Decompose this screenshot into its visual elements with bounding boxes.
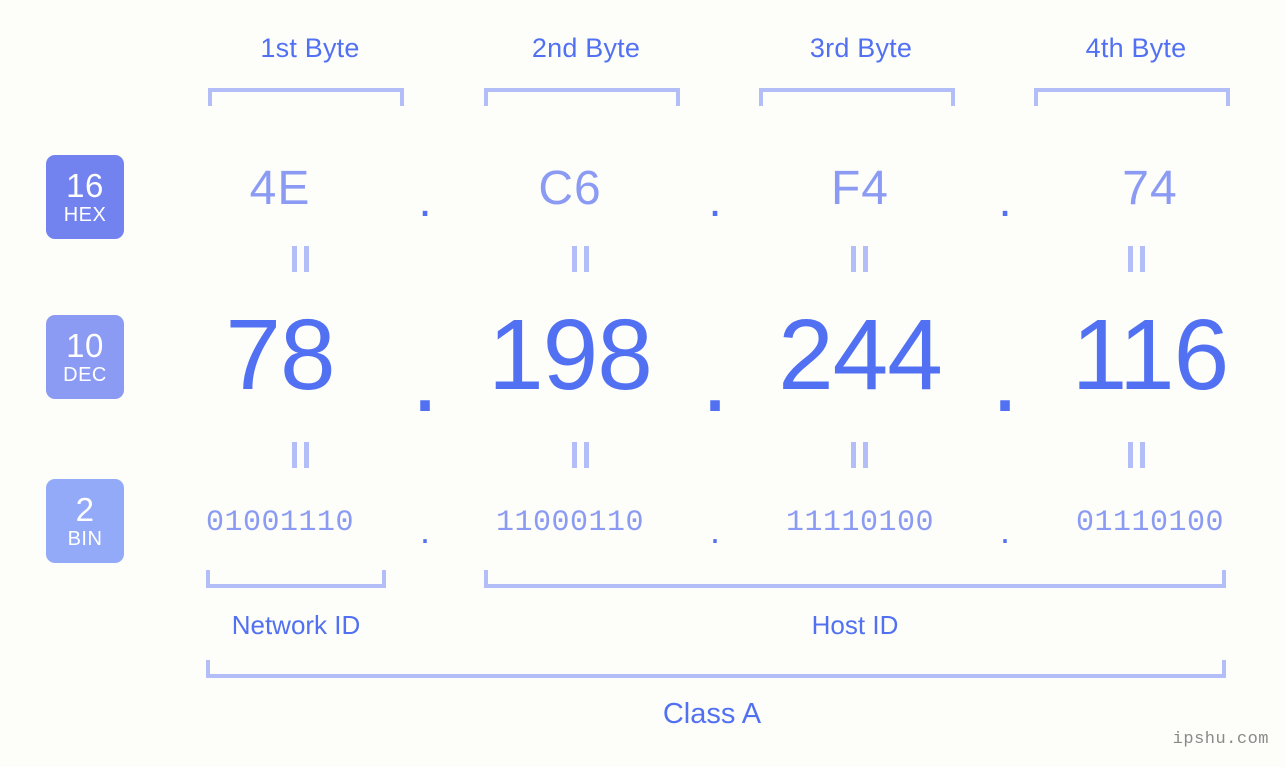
badge-bin: 2 BIN [46,479,124,563]
byte-label-3: 3rd Byte [809,33,913,63]
badge-dec: 10 DEC [46,315,124,399]
bin-byte-1: 01001110 [205,506,355,540]
hex-byte-3: F4 [830,161,889,215]
badge-hex-name: HEX [63,204,107,226]
host-id-bracket [484,570,1226,588]
watermark: ipshu.com [1172,730,1269,749]
hex-separator-1: . [418,173,432,227]
dec-byte-1: 78 [225,298,335,411]
dec-byte-4: 116 [1071,298,1229,411]
hex-byte-1: 4E [249,161,311,215]
hex-byte-4: 74 [1122,161,1178,215]
byte-bracket-1 [208,88,404,106]
badge-hex: 16 HEX [46,155,124,239]
dec-separator-2: . [701,320,729,433]
bin-byte-2: 11000110 [495,506,645,540]
byte-label-4: 4th Byte [1085,33,1187,63]
hex-separator-3: . [998,173,1012,227]
ip-address-diagram: 1st Byte 2nd Byte 3rd Byte 4th Byte 16 H… [0,0,1285,767]
bin-separator-2: . [709,510,720,551]
equals-marker-dec-bin-4 [1016,442,1256,468]
bin-separator-3: . [999,510,1010,551]
byte-bracket-4 [1034,88,1230,106]
class-label: Class A [662,698,762,730]
dec-byte-2: 198 [488,298,653,411]
equals-marker-hex-dec-4 [1016,246,1256,272]
bin-separator-1: . [419,510,430,551]
host-id-label: Host ID [811,610,899,640]
binary-value-row: 01001110 . 11000110 . 11110100 . 0111010… [160,498,1270,551]
badge-dec-name: DEC [63,364,107,386]
byte-bracket-3 [759,88,955,106]
hex-separator-2: . [708,173,722,227]
bin-byte-3: 11110100 [785,506,935,540]
byte-label-1: 1st Byte [260,33,360,63]
hex-byte-2: C6 [538,161,602,215]
badge-bin-name: BIN [67,528,103,550]
dec-byte-3: 244 [778,298,943,411]
equals-marker-hex-dec-2 [460,246,700,272]
badge-hex-base: 16 [66,167,104,204]
byte-label-2: 2nd Byte [531,33,641,63]
class-bracket [206,660,1226,678]
decimal-value-row: 78 . 198 . 244 . 116 [160,295,1270,433]
equals-marker-dec-bin-1 [180,442,420,468]
dec-separator-1: . [411,320,439,433]
badge-bin-base: 2 [75,491,95,528]
equals-marker-hex-dec-3 [739,246,979,272]
network-id-label: Network ID [231,610,361,640]
dec-separator-3: . [991,320,1019,433]
byte-bracket-2 [484,88,680,106]
hex-value-row: 4E . C6 . F4 . 74 [160,150,1270,227]
badge-dec-base: 10 [66,327,104,364]
equals-marker-dec-bin-3 [739,442,979,468]
network-id-bracket [206,570,386,588]
equals-marker-dec-bin-2 [460,442,700,468]
bin-byte-4: 01110100 [1075,506,1225,540]
equals-marker-hex-dec-1 [180,246,420,272]
